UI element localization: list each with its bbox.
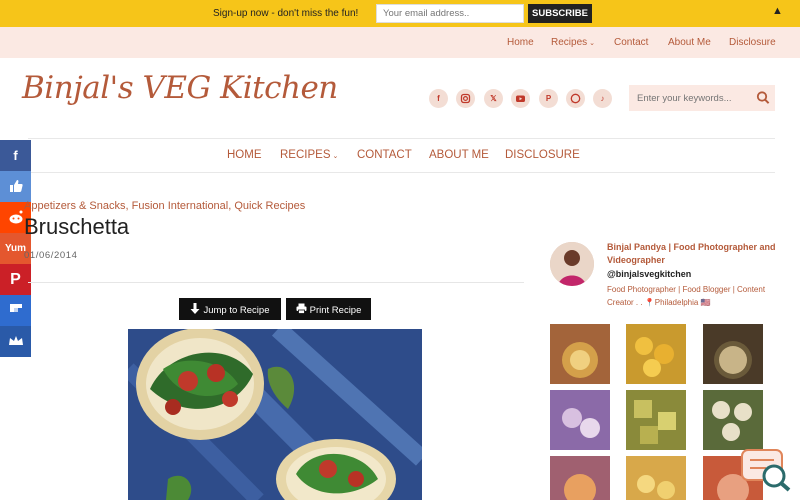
profile-handle[interactable]: @binjalsvegkitchen (607, 269, 691, 279)
whatsapp-icon[interactable] (566, 89, 585, 108)
main-nav-recipes[interactable]: RECIPES ⌄ (280, 149, 338, 161)
promo-text: Sign-up now - don't miss the fun! (213, 8, 359, 19)
profile-name[interactable]: Binjal Pandya | Food Photographer and Vi… (607, 241, 777, 267)
top-nav-home[interactable]: Home (507, 37, 534, 48)
avatar[interactable] (550, 242, 594, 286)
print-recipe-label: Print Recipe (309, 304, 362, 316)
promo-collapse-icon[interactable]: ▲ (772, 5, 783, 17)
header-search (629, 85, 775, 111)
category-links: Appetizers & Snacks, Fusion Internationa… (24, 200, 306, 212)
bruschetta-photo (128, 329, 422, 500)
tiktok-icon[interactable]: ♪ (593, 89, 612, 108)
feed-tile[interactable] (626, 456, 686, 500)
category-link[interactable]: Appetizers & Snacks (24, 200, 126, 212)
promo-email-input[interactable] (376, 4, 524, 23)
top-nav: Home Recipes ⌄ Contact About Me Disclosur… (0, 27, 800, 58)
chevron-down-icon: ⌄ (332, 153, 339, 160)
x-icon[interactable]: 𝕏 (484, 89, 503, 108)
top-nav-disclosure[interactable]: Disclosure (729, 37, 776, 48)
category-link[interactable]: Quick Recipes (234, 200, 305, 212)
feed-tile[interactable] (550, 390, 610, 450)
main-nav-about[interactable]: ABOUT ME (429, 149, 489, 161)
search-input[interactable] (629, 85, 749, 111)
main-nav-contact[interactable]: CONTACT (357, 149, 412, 161)
feed-tile[interactable] (703, 390, 763, 450)
subscribe-button[interactable]: SUBSCRIBE (528, 4, 592, 23)
divider (28, 172, 775, 173)
flipboard-share-icon[interactable] (0, 295, 31, 326)
facebook-share-icon[interactable]: f (0, 140, 31, 171)
profile-bio: Food Photographer | Food Blogger | Conte… (607, 285, 766, 307)
printer-icon (296, 303, 307, 314)
main-nav-disclosure[interactable]: DISCLOSURE (505, 149, 580, 161)
jump-to-recipe-button[interactable]: Jump to Recipe (179, 298, 281, 320)
feed-tile[interactable] (626, 324, 686, 384)
pinterest-share-icon[interactable]: P (0, 264, 31, 295)
main-nav-recipes-label: RECIPES (280, 149, 331, 161)
site-logo[interactable]: Binjal's VEG Kitchen (22, 70, 338, 106)
top-nav-about[interactable]: About Me (668, 37, 711, 48)
feed-tile[interactable] (703, 324, 763, 384)
crown-icon[interactable] (0, 326, 31, 357)
chevron-down-icon: ⌄ (589, 40, 596, 47)
facebook-icon[interactable]: f (429, 89, 448, 108)
post-date: 01/06/2014 (24, 250, 78, 261)
category-link[interactable]: Fusion International (132, 200, 229, 212)
top-nav-contact[interactable]: Contact (614, 37, 648, 48)
feed-tile[interactable] (550, 324, 610, 384)
feed-tile[interactable] (626, 390, 686, 450)
arrow-down-icon (190, 302, 200, 314)
main-nav-home[interactable]: HOME (227, 149, 262, 161)
divider (28, 138, 775, 139)
divider (28, 282, 524, 283)
jump-to-recipe-label: Jump to Recipe (203, 304, 270, 316)
promo-bar: Sign-up now - don't miss the fun! SUBSCR… (0, 0, 800, 27)
feed-tile[interactable] (550, 456, 610, 500)
pinterest-icon[interactable]: P (539, 89, 558, 108)
top-nav-recipes-label: Recipes (551, 37, 588, 48)
print-recipe-button[interactable]: Print Recipe (286, 298, 371, 320)
top-nav-recipes[interactable]: Recipes ⌄ (551, 37, 595, 48)
youtube-icon[interactable] (511, 89, 530, 108)
post-title: Bruschetta (24, 214, 130, 239)
search-icon[interactable] (756, 90, 770, 106)
instagram-icon[interactable] (456, 89, 475, 108)
chat-search-icon[interactable] (740, 446, 792, 492)
like-share-icon[interactable] (0, 171, 31, 202)
